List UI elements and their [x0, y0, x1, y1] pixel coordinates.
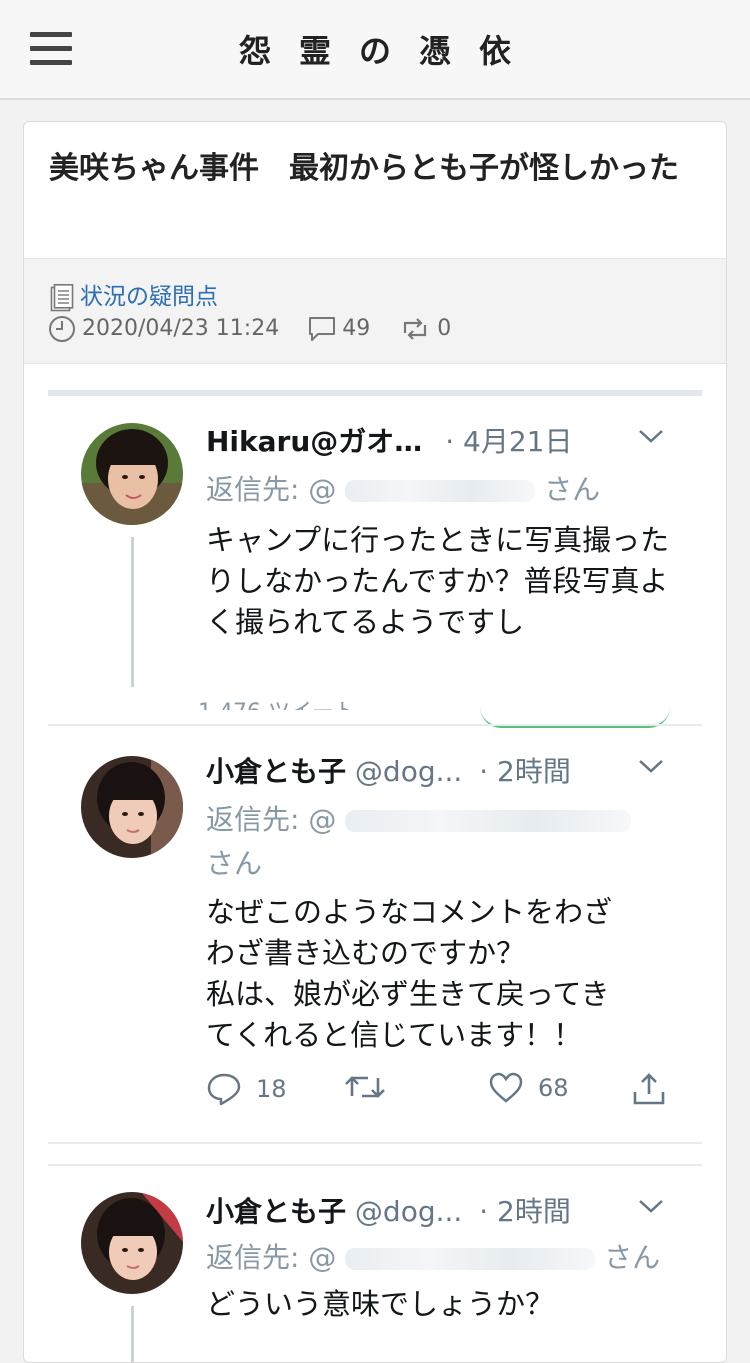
tweet-time: · 2時間 — [479, 755, 571, 788]
tweet-body: どういう意味でしょうか？ — [206, 1287, 555, 1321]
reply-prefix: 返信先: @ — [206, 803, 337, 836]
share-icon — [633, 1073, 665, 1105]
tweet-author-name[interactable]: 小倉とも子 — [206, 755, 346, 788]
avatar-hikaru — [81, 423, 183, 525]
tweet-author-name[interactable]: 小倉とも子 — [206, 1195, 346, 1228]
redacted-handle — [345, 1248, 596, 1270]
avatar-tomoko — [81, 1192, 183, 1294]
tweet-3: 小倉とも子 @dog... · 2時間 返信先: @ さん どういう意味でしょう… — [48, 1166, 702, 1362]
cropped-text: 1,476 ツイート — [198, 694, 356, 710]
retweet-count[interactable]: 0 — [399, 316, 451, 341]
tweet-author-name[interactable]: Hikaru@ガオ… — [206, 425, 422, 458]
tweet-actions: 18 68 — [206, 1072, 676, 1112]
tweet-1-header: Hikaru@ガオ… · 4月21日 — [206, 420, 572, 460]
retweet-count-text: 0 — [437, 316, 452, 341]
tweet-1: Hikaru@ガオ… · 4月21日 返信先: @ さん キャンプに行ったときに… — [48, 390, 702, 730]
reply-to: 返信先: @ さん — [206, 468, 600, 508]
reply-suffix: さん — [206, 847, 263, 880]
category-link[interactable]: 状況の疑問点 — [50, 277, 218, 312]
comment-count-text: 49 — [342, 316, 371, 341]
redacted-handle — [345, 810, 632, 832]
tweet-body-line: なぜこのようなコメントをわざ — [206, 895, 613, 929]
site-title[interactable]: 怨霊の憑依 — [0, 26, 750, 72]
retweet-button[interactable] — [344, 1072, 386, 1102]
heart-icon — [489, 1072, 523, 1103]
reply-to-suffix: さん — [206, 842, 262, 882]
tweet-body-line: わざ書き込むのですか？ — [206, 936, 526, 970]
datetime-text: 2020/04/23 11:24 — [82, 316, 280, 341]
article-title: 美咲ちゃん事件 最初からとも子が怪しかった — [49, 151, 679, 186]
tweet-body: キャンプに行ったときに写真撮ったりしなかったんですか？普段写真よく撮られてるよう… — [206, 523, 670, 639]
document-icon — [50, 283, 74, 311]
chevron-down-icon[interactable] — [638, 428, 664, 444]
reply-suffix: さん — [604, 1241, 661, 1274]
like-count: 68 — [538, 1074, 569, 1102]
reply-to: 返信先: @ — [206, 798, 632, 838]
tweet-author-handle: @dog... — [354, 1195, 463, 1228]
retweet-icon — [345, 1076, 385, 1098]
comment-icon — [309, 317, 336, 341]
redacted-handle — [345, 480, 536, 502]
tweet-time: · 4月21日 — [445, 425, 573, 458]
reply-to: 返信先: @ さん — [206, 1236, 660, 1276]
reply-suffix: さん — [544, 473, 601, 506]
like-button[interactable]: 68 — [488, 1072, 569, 1104]
article-card: 美咲ちゃん事件 最初からとも子が怪しかった 状況の疑問点 2020/04/23 … — [23, 121, 727, 1363]
share-button[interactable] — [632, 1072, 666, 1106]
datetime: 2020/04/23 11:24 — [48, 316, 286, 342]
tweet-body-line: 私は、娘が必ず生きて戻ってき — [206, 977, 610, 1011]
tweet-2: 小倉とも子 @dog... · 2時間 返信先: @ さん なぜこのようなコメン… — [48, 726, 702, 1134]
tweet-separator — [48, 1142, 702, 1144]
article-stats: 2020/04/23 11:24 49 0 — [48, 315, 473, 343]
tweet-body-line: てくれると信じています！！ — [206, 1018, 583, 1052]
top-bar: 怨霊の憑依 — [0, 0, 750, 100]
tweet-3-header: 小倉とも子 @dog... · 2時間 — [206, 1190, 571, 1230]
reply-prefix: 返信先: @ — [206, 473, 337, 506]
chevron-down-icon[interactable] — [638, 758, 664, 774]
tweet-2-header: 小倉とも子 @dog... · 2時間 — [206, 750, 571, 790]
category-label: 状況の疑問点 — [80, 284, 218, 310]
tweet-time: · 2時間 — [479, 1195, 571, 1228]
thread-line — [131, 1306, 134, 1362]
cropped-button — [480, 686, 670, 728]
reply-prefix: 返信先: @ — [206, 1241, 337, 1274]
article-meta: 状況の疑問点 2020/04/23 11:24 49 0 — [24, 258, 726, 364]
thread-line — [131, 537, 134, 687]
retweet-icon — [404, 318, 427, 340]
reply-icon — [207, 1073, 241, 1106]
tweet-body: なぜこのようなコメントをわざ わざ書き込むのですか？ 私は、娘が必ず生きて戻って… — [206, 892, 676, 1056]
avatar-tomoko — [81, 756, 183, 858]
reply-count: 18 — [256, 1075, 287, 1103]
tweet-screenshot: Hikaru@ガオ… · 4月21日 返信先: @ さん キャンプに行ったときに… — [48, 390, 702, 1362]
reply-button[interactable]: 18 — [206, 1072, 287, 1106]
tweet-author-handle: @dog... — [354, 755, 463, 788]
chevron-down-icon[interactable] — [638, 1198, 664, 1214]
clock-icon — [49, 316, 75, 342]
comment-count[interactable]: 49 — [308, 316, 377, 341]
